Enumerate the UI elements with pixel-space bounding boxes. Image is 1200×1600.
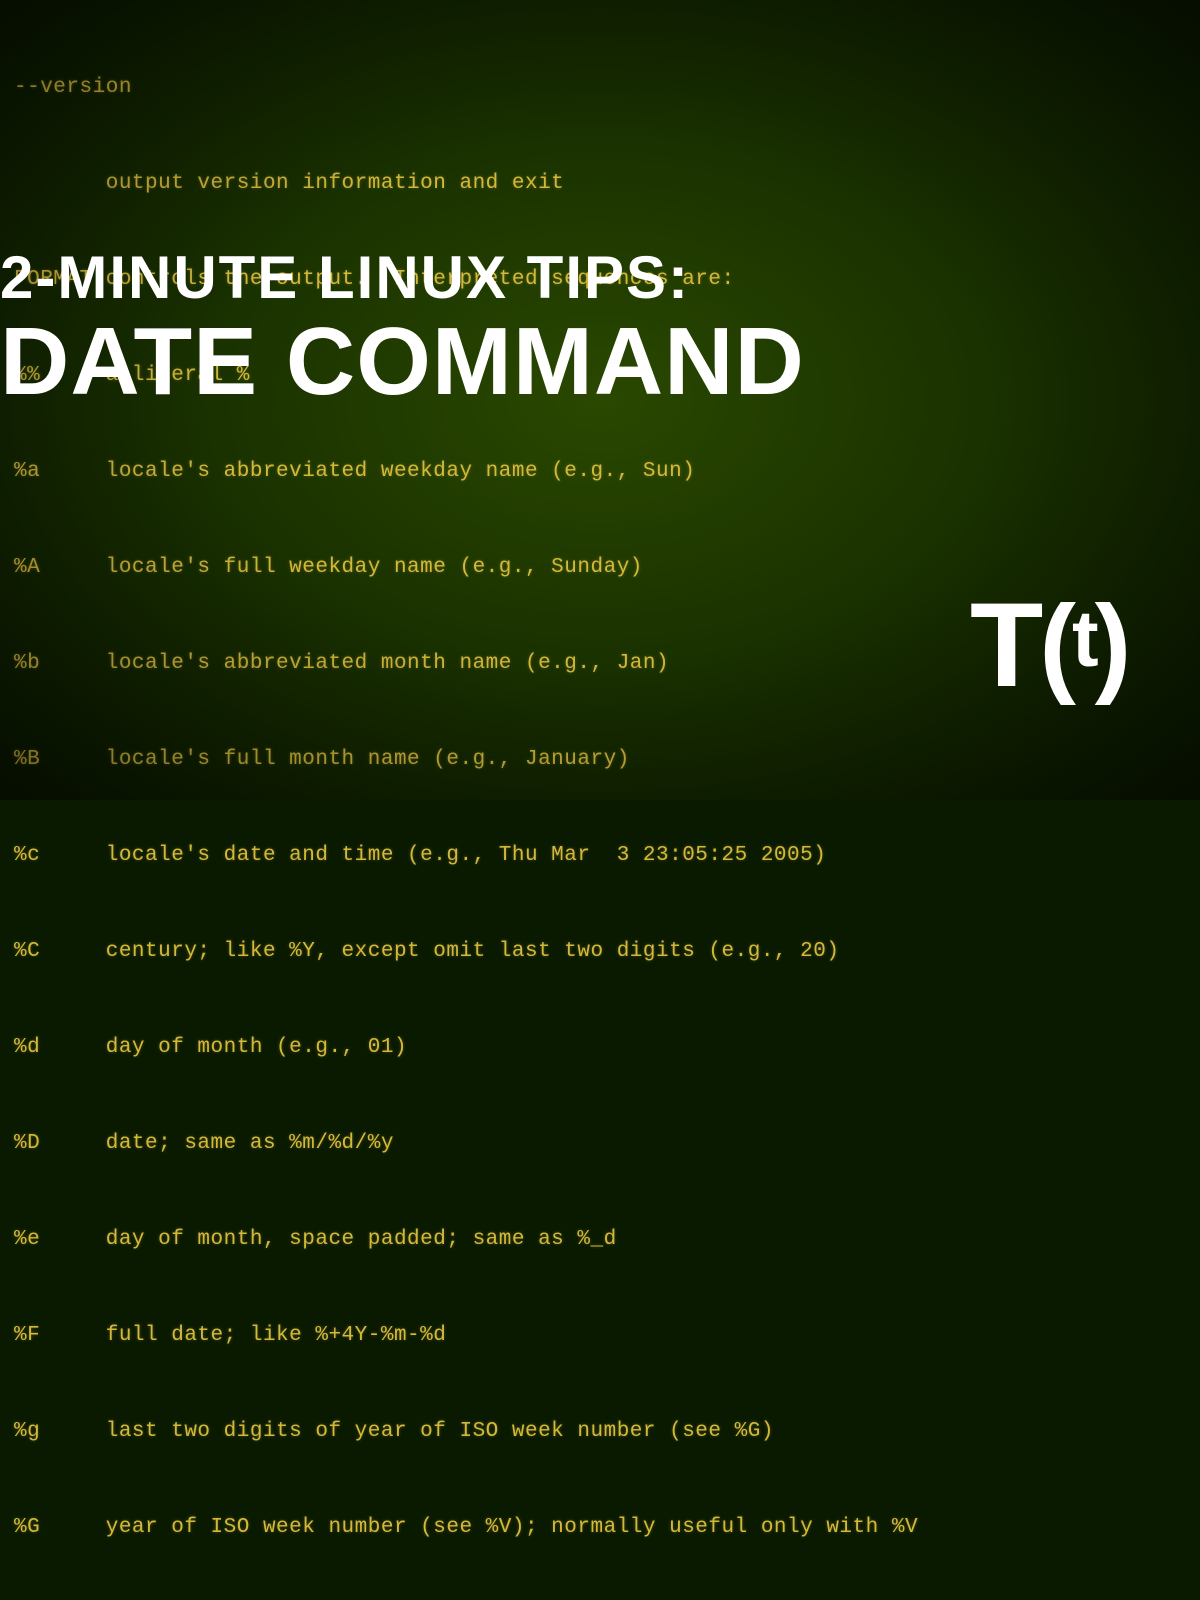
- logo-letter-t-small: t: [1072, 584, 1095, 694]
- overlay-subtitle: 2-MINUTE LINUX TIPS:: [0, 248, 805, 308]
- term-line: --version: [14, 72, 1200, 104]
- term-line: %C century; like %Y, except omit last tw…: [14, 936, 1200, 968]
- logo-paren-close: ): [1095, 590, 1128, 700]
- term-line: %g last two digits of year of ISO week n…: [14, 1416, 1200, 1448]
- title-overlay: 2-MINUTE LINUX TIPS: DATE COMMAND: [0, 248, 805, 410]
- term-line: %F full date; like %+4Y-%m-%d: [14, 1320, 1200, 1352]
- term-line: %d day of month (e.g., 01): [14, 1032, 1200, 1064]
- overlay-main-title: DATE COMMAND: [0, 314, 805, 410]
- term-line: output version information and exit: [14, 168, 1200, 200]
- term-line: %G year of ISO week number (see %V); nor…: [14, 1512, 1200, 1544]
- logo-letter-T: T: [970, 590, 1039, 700]
- term-line: %c locale's date and time (e.g., Thu Mar…: [14, 840, 1200, 872]
- logo-paren-open: (: [1039, 590, 1072, 700]
- term-line: %a locale's abbreviated weekday name (e.…: [14, 456, 1200, 488]
- term-line: %e day of month, space padded; same as %…: [14, 1224, 1200, 1256]
- term-line: %D date; same as %m/%d/%y: [14, 1128, 1200, 1160]
- terminal-background: --version output version information and…: [0, 0, 1200, 800]
- brand-logo: T(t): [970, 590, 1170, 700]
- term-line: %B locale's full month name (e.g., Janua…: [14, 744, 1200, 776]
